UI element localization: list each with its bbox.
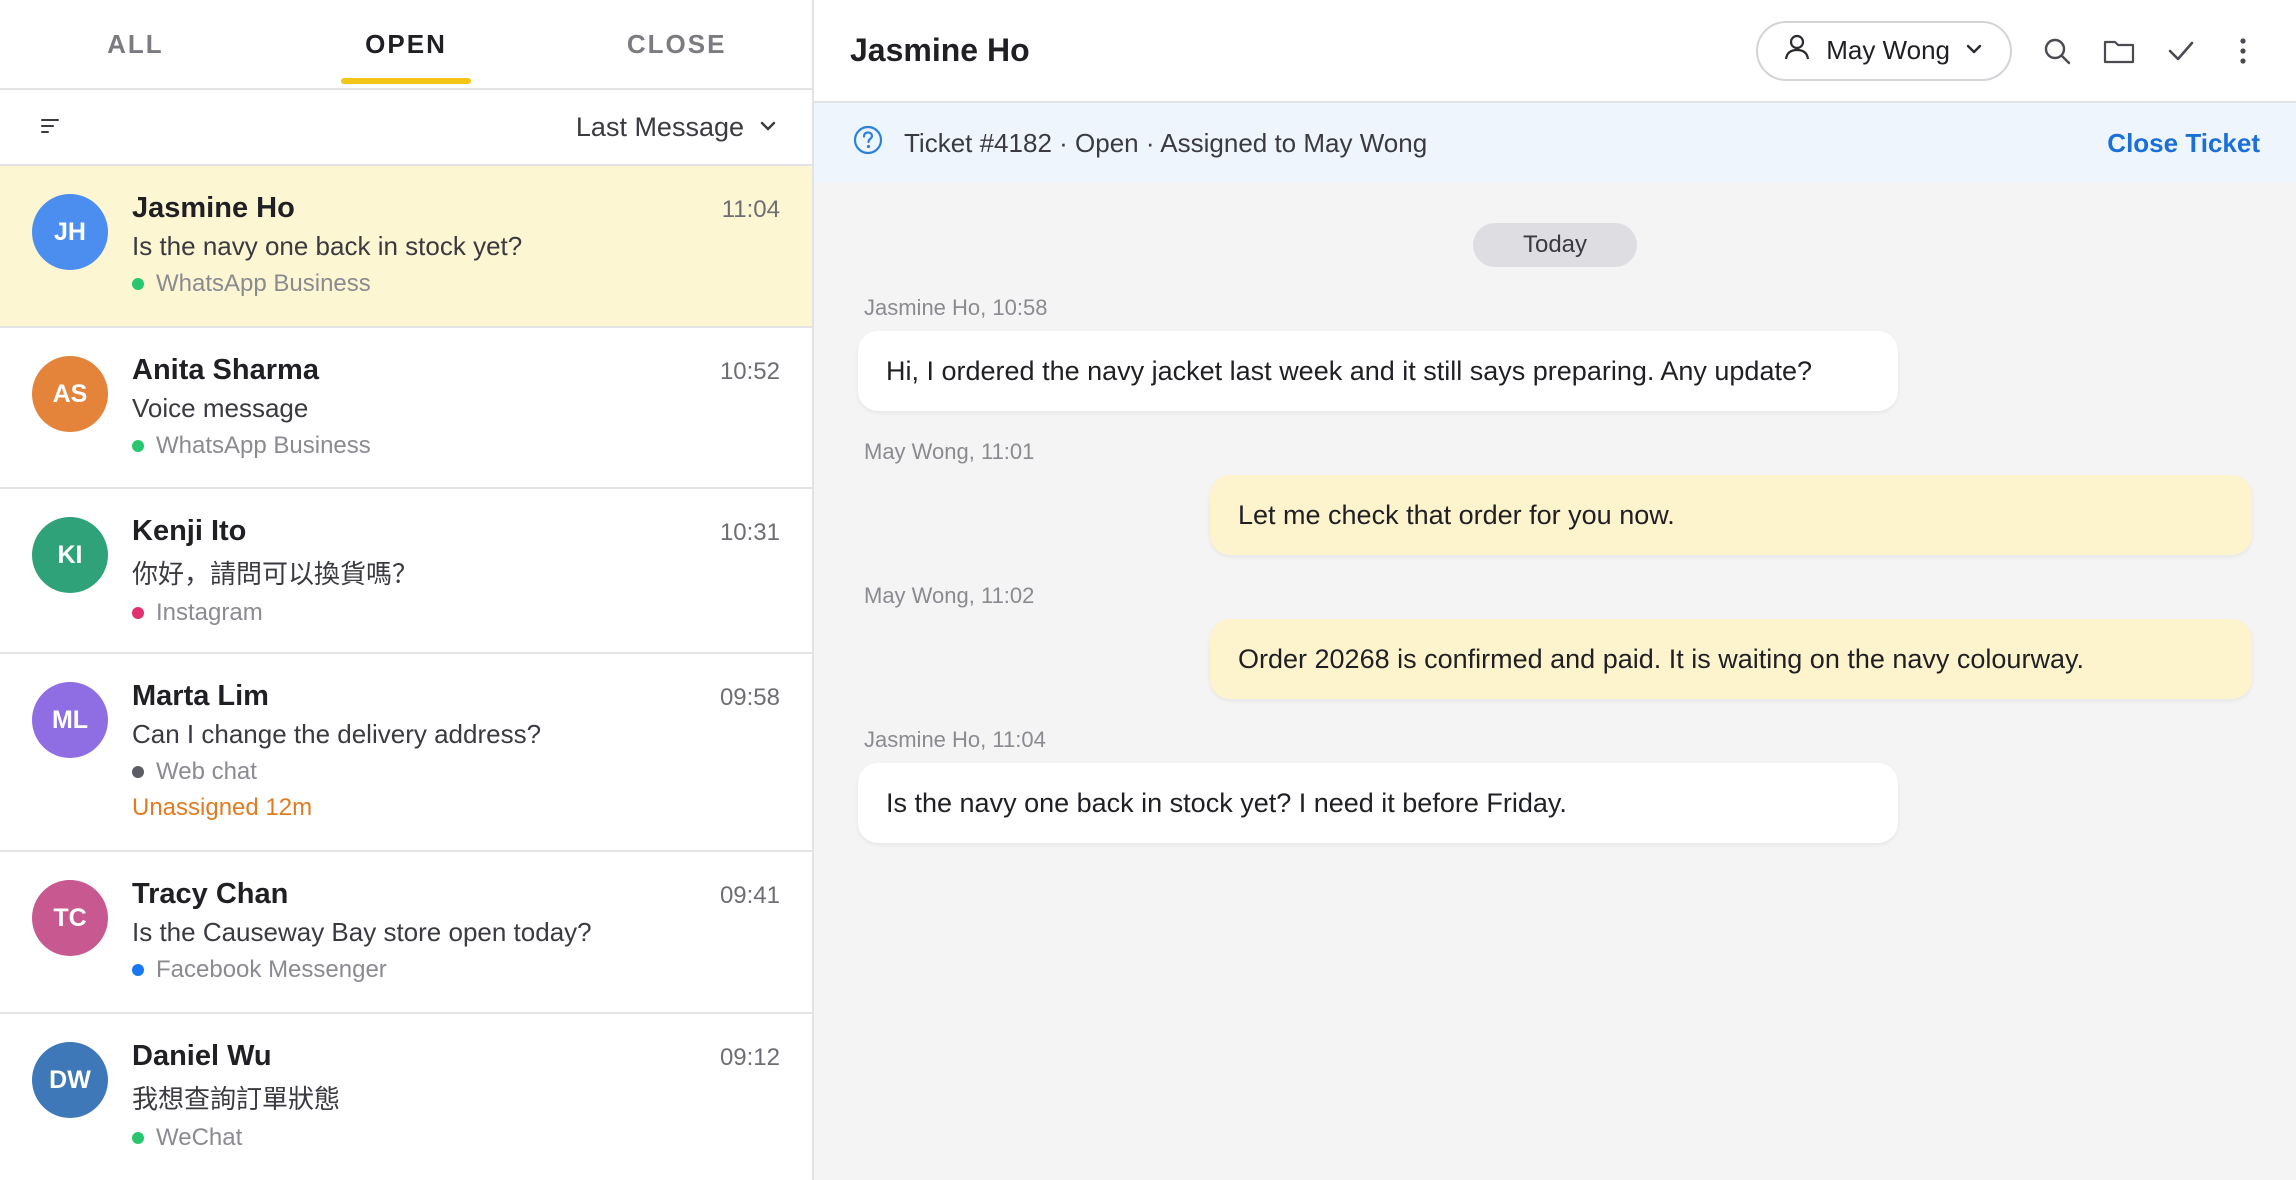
message-time: 09:58: [719, 684, 780, 711]
message-meta: May Wong, 11:01: [864, 439, 1035, 464]
channel-dot: [132, 766, 144, 778]
channel-label: WeChat: [132, 1124, 780, 1152]
message-meta: Jasmine Ho, 11:04: [864, 727, 1046, 752]
message-preview: Is the Causeway Bay store open today?: [132, 917, 592, 947]
contact-name: Tracy Chan: [132, 878, 289, 910]
channel-label: WhatsApp Business: [132, 432, 780, 460]
channel-label: Web chat: [132, 758, 780, 786]
conversation-list: JH Jasmine Ho 11:04 Is the navy one back …: [0, 166, 812, 1180]
outgoing-message: Order 20268 is confirmed and paid. It is…: [1210, 619, 2252, 699]
check-icon[interactable]: [2164, 34, 2198, 68]
message-meta: Jasmine Ho, 10:58: [864, 295, 1048, 320]
avatar: KI: [32, 517, 108, 593]
header-actions: May Wong: [1756, 20, 2260, 81]
filter-icon[interactable]: [34, 110, 68, 144]
chevron-down-icon: [758, 112, 778, 143]
channel-label: Instagram: [132, 599, 780, 627]
message-time: 09:41: [719, 882, 780, 909]
chat-panel: Jasmine Ho May Wong Ticket #4182 · Open …: [814, 0, 2296, 1180]
message-time: 09:12: [719, 1044, 780, 1071]
incoming-message: Is the navy one back in stock yet? I nee…: [858, 763, 1898, 843]
avatar: DW: [32, 1042, 108, 1118]
sort-label: Last Message: [575, 111, 744, 142]
status-tabs: ALL OPEN CLOSE: [0, 0, 812, 90]
chat-header: Jasmine Ho May Wong: [814, 0, 2296, 103]
contact-name: Jasmine Ho: [132, 192, 295, 224]
avatar: JH: [32, 194, 108, 270]
conversation-item[interactable]: TC Tracy Chan 09:41 Is the Causeway Bay s…: [0, 852, 812, 1014]
channel-label: Facebook Messenger: [132, 956, 780, 984]
avatar: AS: [32, 356, 108, 432]
conversation-item[interactable]: AS Anita Sharma 10:52 Voice message Whats…: [0, 328, 812, 489]
message-group: Jasmine Ho, 10:58 Hi, I ordered the navy…: [858, 295, 2252, 411]
channel-label: WhatsApp Business: [132, 270, 780, 298]
user-icon: [1782, 32, 1812, 69]
message-group: May Wong, 11:01 Let me check that order …: [858, 439, 2252, 555]
search-icon[interactable]: [2040, 34, 2074, 68]
contact-name: Anita Sharma: [132, 354, 319, 386]
contact-name: Marta Lim: [132, 680, 269, 712]
unassigned-warning: Unassigned 12m: [132, 794, 313, 821]
assignee-name: May Wong: [1826, 35, 1950, 65]
channel-dot: [132, 1132, 144, 1144]
day-divider: Today: [1473, 223, 1637, 267]
folder-icon[interactable]: [2102, 34, 2136, 68]
close-ticket-link[interactable]: Close Ticket: [2107, 128, 2260, 159]
message-preview: 你好，請問可以換貨嗎？: [132, 559, 419, 589]
message-preview: Is the navy one back in stock yet?: [132, 231, 523, 261]
inbox-app: ALL OPEN CLOSE Last Message JH Jasmine H…: [0, 0, 2296, 1180]
tab-open[interactable]: OPEN: [271, 0, 542, 88]
ticket-status-text: Ticket #4182 · Open · Assigned to May Wo…: [904, 127, 1428, 158]
incoming-message: Hi, I ordered the navy jacket last week …: [858, 331, 1898, 411]
tab-close[interactable]: CLOSE: [541, 0, 812, 88]
conversation-item[interactable]: ML Marta Lim 09:58 Can I change the deliv…: [0, 654, 812, 852]
conversation-item[interactable]: KI Kenji Ito 10:31 你好，請問可以換貨嗎？ Instagram: [0, 489, 812, 654]
ticket-banner: Ticket #4182 · Open · Assigned to May Wo…: [814, 103, 2296, 183]
chevron-down-icon: [1964, 35, 1984, 66]
contact-name: Daniel Wu: [132, 1040, 272, 1072]
more-vertical-icon[interactable]: [2226, 34, 2260, 68]
message-time: 10:31: [719, 519, 780, 546]
help-circle-icon: [852, 124, 884, 163]
message-meta: May Wong, 11:02: [864, 583, 1035, 608]
conversation-item[interactable]: JH Jasmine Ho 11:04 Is the navy one back …: [0, 166, 812, 328]
message-preview: Voice message: [132, 393, 309, 423]
assignee-dropdown[interactable]: May Wong: [1756, 20, 2012, 81]
channel-dot: [132, 607, 144, 619]
message-preview: Can I change the delivery address?: [132, 719, 542, 749]
outgoing-message: Let me check that order for you now.: [1210, 475, 2252, 555]
chat-title: Jasmine Ho: [850, 32, 1030, 68]
message-preview: 我想查詢訂單狀態: [132, 1084, 341, 1114]
avatar: ML: [32, 682, 108, 758]
conversation-panel: ALL OPEN CLOSE Last Message JH Jasmine H…: [0, 0, 814, 1180]
message-thread: Today Jasmine Ho, 10:58 Hi, I ordered th…: [814, 183, 2296, 843]
message-time: 10:52: [719, 358, 780, 385]
channel-dot: [132, 440, 144, 452]
tab-all[interactable]: ALL: [0, 0, 271, 88]
channel-dot: [132, 964, 144, 976]
message-time: 11:04: [721, 196, 780, 223]
channel-dot: [132, 278, 144, 290]
sort-dropdown[interactable]: Last Message: [576, 112, 778, 143]
avatar: TC: [32, 880, 108, 956]
message-group: Jasmine Ho, 11:04 Is the navy one back i…: [858, 727, 2252, 843]
message-group: May Wong, 11:02 Order 20268 is confirmed…: [858, 583, 2252, 699]
sort-bar: Last Message: [0, 90, 812, 166]
contact-name: Kenji Ito: [132, 515, 247, 547]
conversation-item[interactable]: DW Daniel Wu 09:12 我想查詢訂單狀態 WeChat: [0, 1014, 812, 1180]
